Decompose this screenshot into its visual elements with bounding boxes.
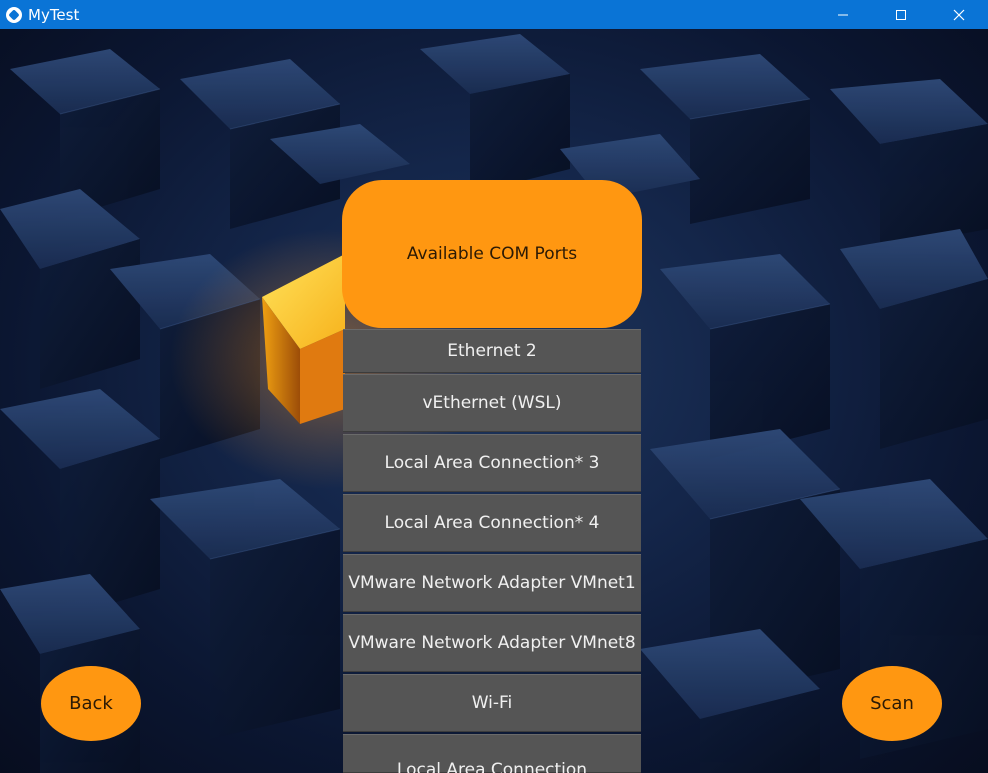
title-bar[interactable]: MyTest: [0, 0, 988, 29]
port-item-local-area-connection[interactable]: Local Area Connection: [343, 734, 641, 773]
port-item-vmnet1[interactable]: VMware Network Adapter VMnet1: [343, 554, 641, 612]
port-item-wifi[interactable]: Wi-Fi: [343, 674, 641, 732]
window-title: MyTest: [28, 5, 80, 24]
maximize-button[interactable]: [872, 0, 930, 29]
port-item-label: Local Area Connection: [396, 760, 588, 773]
kivy-logo-icon: [6, 6, 22, 23]
close-icon: [953, 9, 965, 20]
port-item-local-area-connection-3[interactable]: Local Area Connection* 3: [343, 434, 641, 492]
close-button[interactable]: [930, 0, 988, 29]
port-item-local-area-connection-4[interactable]: Local Area Connection* 4: [343, 494, 641, 552]
minimize-icon: [838, 14, 848, 15]
available-com-ports-header: Available COM Ports: [342, 180, 642, 328]
port-item-vmnet8[interactable]: VMware Network Adapter VMnet8: [343, 614, 641, 672]
maximize-icon: [896, 9, 906, 20]
app-window: MyTest Available COM Ports Ethernet 2 vE…: [0, 0, 988, 773]
port-item-ethernet-2[interactable]: Ethernet 2: [343, 329, 641, 373]
scan-button[interactable]: Scan: [842, 666, 942, 741]
port-item-vethernet-wsl[interactable]: vEthernet (WSL): [343, 374, 641, 432]
back-button[interactable]: Back: [41, 666, 141, 741]
window-controls: [814, 0, 988, 29]
minimize-button[interactable]: [814, 0, 872, 29]
